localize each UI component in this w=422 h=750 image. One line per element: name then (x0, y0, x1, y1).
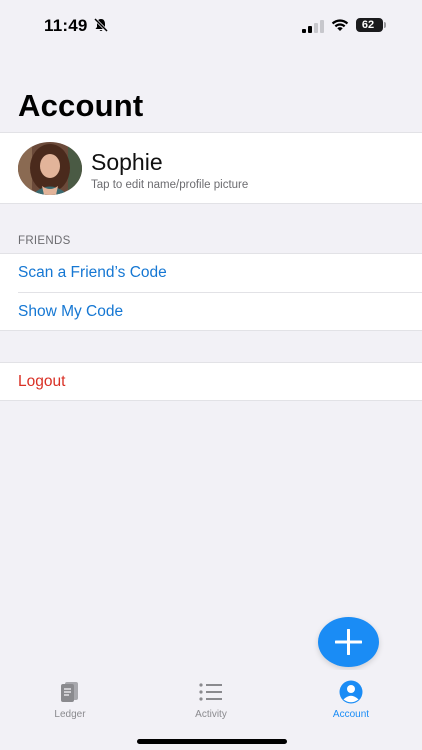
battery-level: 62 (361, 19, 375, 31)
cellular-signal-icon (302, 20, 324, 33)
profile-row[interactable]: Sophie Tap to edit name/profile picture (0, 132, 422, 204)
list-icon (199, 683, 222, 701)
tab-account[interactable]: Account (301, 680, 401, 724)
logout-group: Logout (0, 362, 422, 401)
ledger-icon (61, 682, 78, 702)
tab-bar: Ledger Activity Account (0, 670, 422, 750)
scan-friend-code-button[interactable]: Scan a Friend’s Code (18, 254, 422, 292)
page-title: Account (18, 88, 144, 123)
add-button[interactable] (318, 617, 379, 667)
status-bar: 11:49 62 (0, 0, 422, 52)
tab-label: Account (332, 709, 370, 720)
tab-ledger[interactable]: Ledger (20, 680, 120, 724)
home-indicator (137, 739, 287, 744)
tab-label: Activity (195, 709, 227, 720)
tab-activity[interactable]: Activity (161, 680, 261, 724)
person-circle-icon (339, 680, 363, 704)
section-header-friends: FRIENDS (18, 235, 71, 247)
plus-icon (335, 629, 362, 655)
profile-name: Sophie (91, 149, 163, 175)
battery-cap (384, 22, 386, 28)
battery-icon: 62 (356, 18, 383, 32)
status-time: 11:49 (44, 16, 88, 35)
tab-label: Ledger (54, 709, 86, 720)
show-my-code-button[interactable]: Show My Code (18, 293, 422, 331)
friends-group: Scan a Friend’s Code Show My Code (0, 253, 422, 331)
bell-slash-icon (93, 17, 109, 33)
wifi-icon (331, 18, 349, 32)
avatar[interactable] (18, 142, 82, 195)
profile-hint: Tap to edit name/profile picture (91, 179, 249, 191)
logout-button[interactable]: Logout (18, 363, 65, 401)
